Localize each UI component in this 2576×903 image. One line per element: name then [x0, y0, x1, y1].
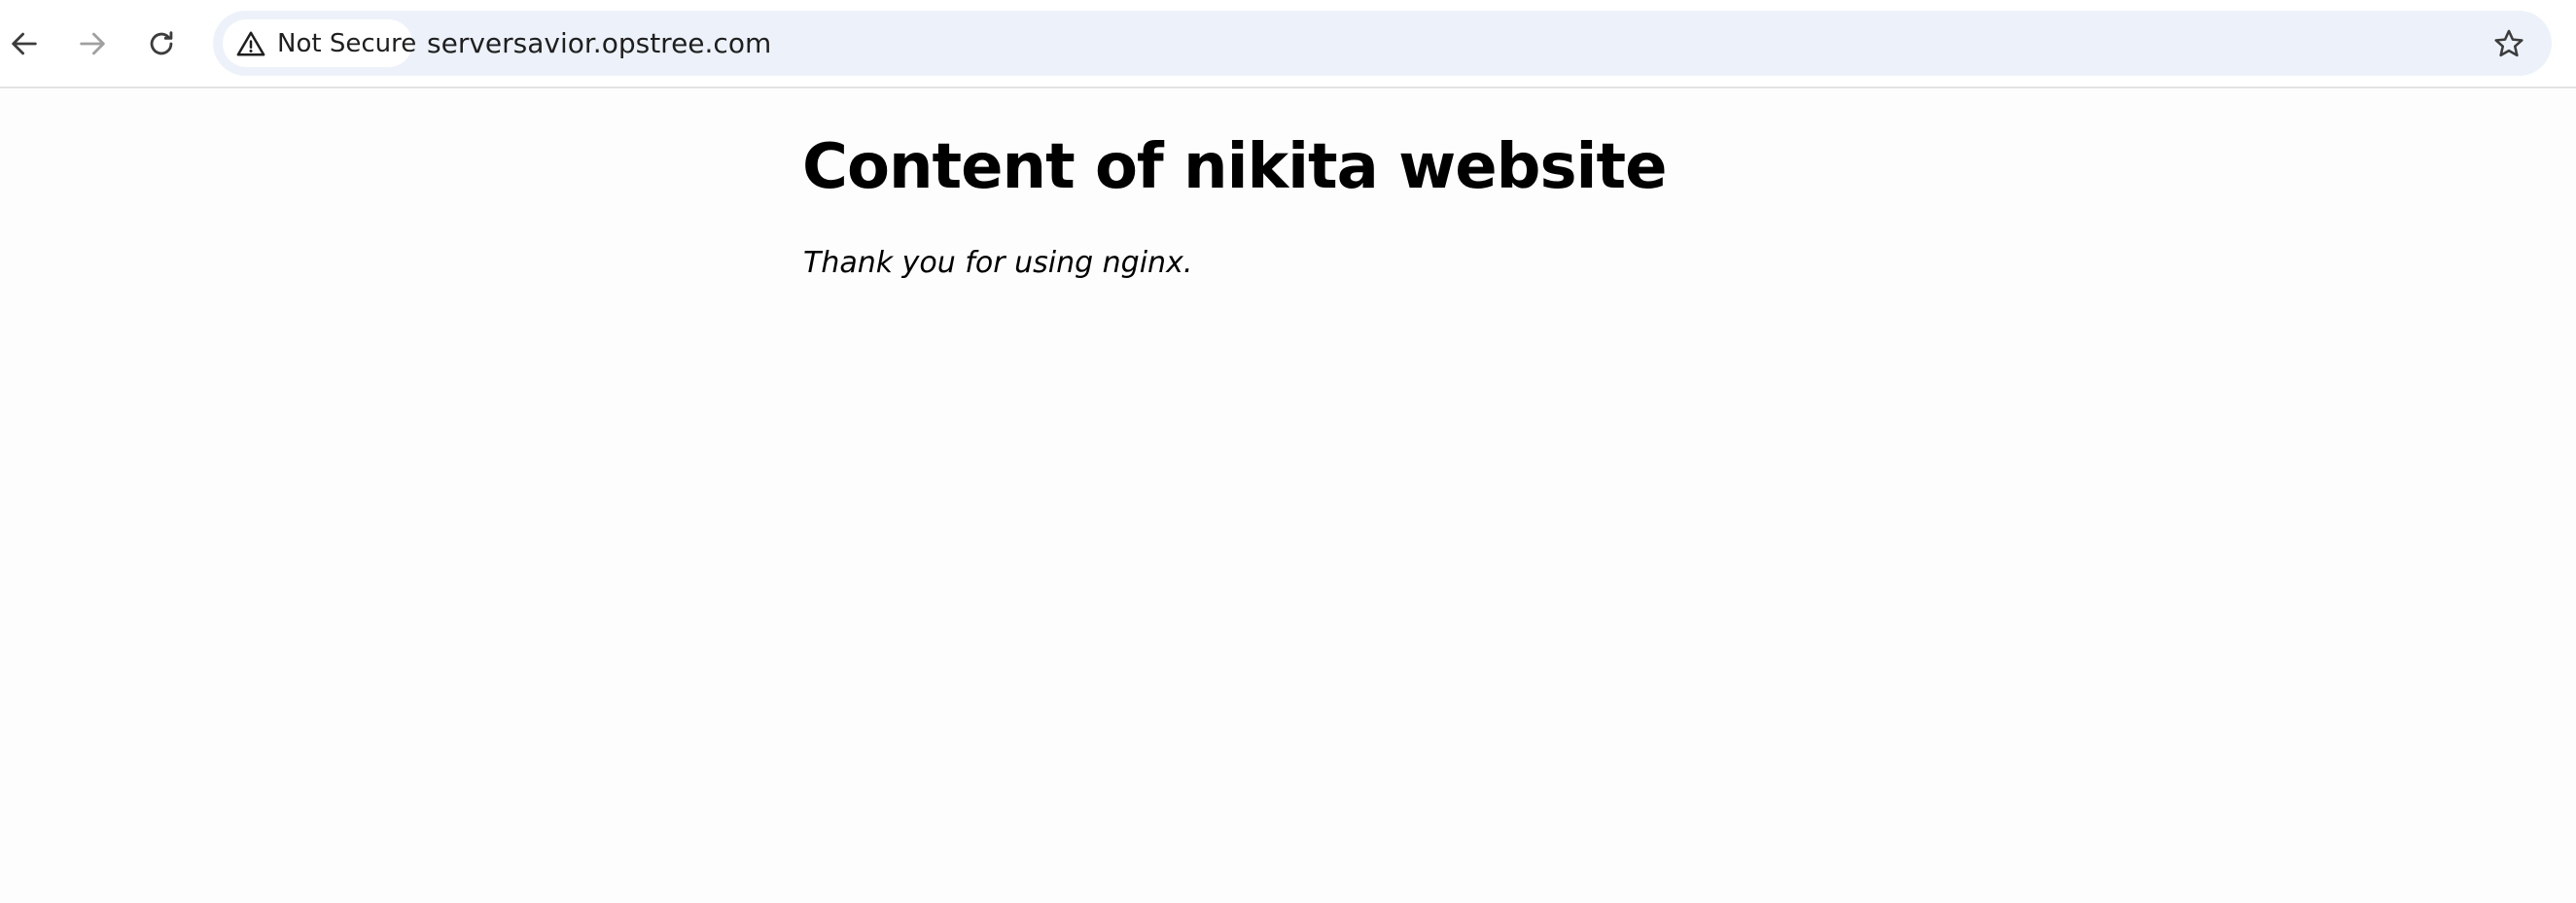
page-heading: Content of nikita website: [802, 131, 1667, 203]
page-body-text: Thank you for using nginx.: [803, 246, 1193, 280]
reload-button[interactable]: [137, 19, 186, 68]
star-icon: [2494, 29, 2523, 57]
page-content: Content of nikita website Thank you for …: [0, 90, 2576, 903]
warning-triangle-icon: [236, 31, 265, 55]
url-text[interactable]: serversavior.opstree.com: [427, 11, 771, 76]
browser-toolbar: Not Secure serversavior.opstree.com: [0, 0, 2576, 88]
bookmark-button[interactable]: [2488, 22, 2530, 65]
arrow-left-icon: [12, 32, 37, 55]
security-indicator[interactable]: Not Secure: [223, 19, 416, 67]
security-label: Not Secure: [277, 28, 417, 58]
forward-button[interactable]: [68, 19, 117, 68]
arrow-right-icon: [80, 32, 105, 55]
address-bar[interactable]: Not Secure serversavior.opstree.com: [213, 11, 2552, 76]
back-button[interactable]: [0, 19, 49, 68]
reload-icon: [150, 31, 173, 55]
